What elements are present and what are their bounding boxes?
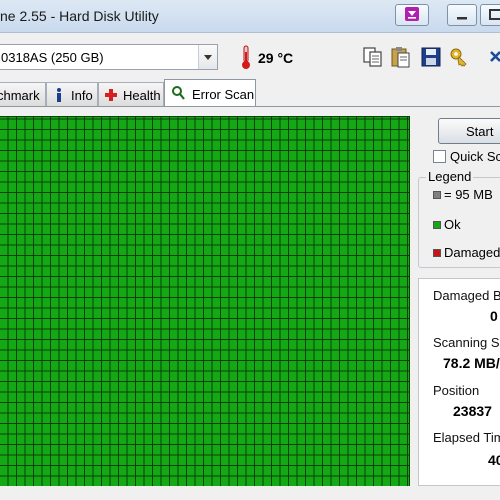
position-label: Position xyxy=(433,383,480,398)
legend-swatch-block-size xyxy=(433,191,441,199)
scanning-speed-label: Scanning Spe xyxy=(433,335,500,350)
key-icon[interactable] xyxy=(447,44,471,70)
elapsed-time-value: 40 xyxy=(488,452,500,468)
tab-info[interactable]: Info xyxy=(46,82,98,106)
damaged-blocks-value: 0 xyxy=(490,308,498,324)
maximize-icon xyxy=(489,9,500,20)
tab-error-scan-label: Error Scan xyxy=(192,87,255,102)
tab-health-label: Health xyxy=(123,88,161,103)
chevron-down-icon[interactable] xyxy=(198,45,217,69)
tab-benchmark-label: chmark xyxy=(0,88,40,103)
panel-border xyxy=(0,106,500,107)
minimize-icon xyxy=(457,17,467,20)
scanning-speed-value: 78.2 MB/ xyxy=(443,355,500,371)
start-button-label: Start xyxy=(466,124,494,139)
drive-select-value: 0318AS (250 GB) xyxy=(1,50,104,65)
elapsed-time-label: Elapsed Time xyxy=(433,430,500,445)
minimize-button[interactable] xyxy=(447,4,477,26)
tab-health[interactable]: Health xyxy=(98,82,164,106)
close-icon[interactable] xyxy=(485,44,500,70)
save-icon[interactable] xyxy=(419,44,443,70)
title-bar: ne 2.55 - Hard Disk Utility xyxy=(0,0,500,33)
legend-text-block-size: = 95 MB xyxy=(444,187,493,202)
thermometer-icon xyxy=(242,45,250,69)
legend-text-ok: Ok xyxy=(444,217,461,232)
tab-benchmark[interactable]: chmark xyxy=(0,82,46,106)
scan-block-map xyxy=(0,116,410,486)
drive-select[interactable]: 0318AS (250 GB) xyxy=(0,44,218,70)
quick-scan-checkbox[interactable] xyxy=(433,150,446,163)
health-cross-icon xyxy=(105,89,117,101)
window-title: ne 2.55 - Hard Disk Utility xyxy=(0,8,159,24)
maximize-button[interactable] xyxy=(480,4,500,26)
info-icon xyxy=(57,88,61,102)
position-value: 23837 xyxy=(453,403,492,419)
paste-icon[interactable] xyxy=(389,44,413,70)
download-button[interactable] xyxy=(395,4,429,26)
copy-icon[interactable] xyxy=(361,44,385,70)
download-arrow-icon xyxy=(405,7,419,21)
damaged-blocks-label: Damaged Blo xyxy=(433,288,500,303)
magnifier-icon xyxy=(172,86,185,100)
start-button[interactable]: Start xyxy=(438,118,500,144)
tab-error-scan[interactable]: Error Scan xyxy=(164,79,256,107)
quick-scan-label: Quick Sca xyxy=(450,149,500,164)
tab-info-label: Info xyxy=(71,88,93,103)
legend-swatch-damaged xyxy=(433,249,441,257)
legend-title: Legend xyxy=(426,169,474,184)
legend-swatch-ok xyxy=(433,221,441,229)
temperature-readout: 29 °C xyxy=(258,50,294,66)
legend-text-damaged: Damaged xyxy=(444,245,500,260)
